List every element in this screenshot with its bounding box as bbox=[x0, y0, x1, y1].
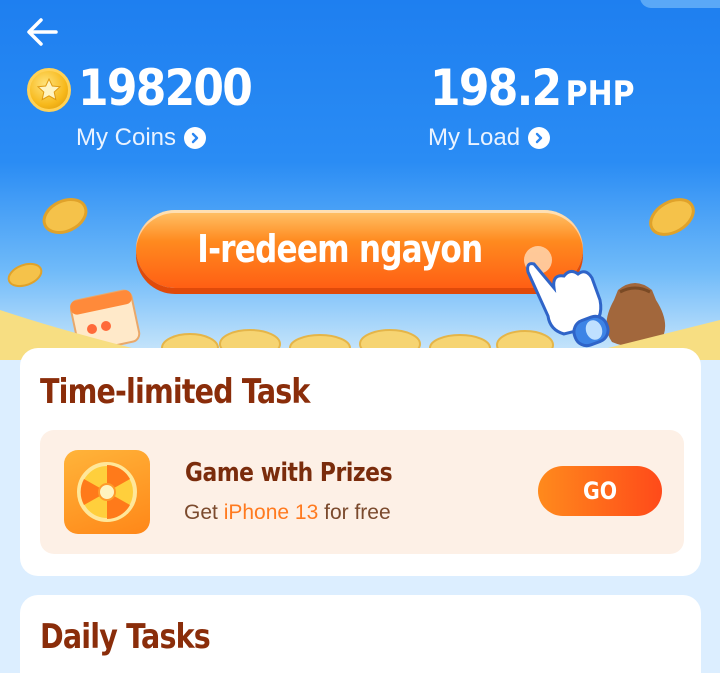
my-coins-link[interactable]: My Coins bbox=[76, 124, 207, 152]
my-load-link[interactable]: My Load bbox=[428, 124, 551, 152]
pointing-hand-icon bbox=[524, 246, 610, 348]
task-subtitle-prefix: Get bbox=[184, 501, 224, 524]
flying-coin-icon bbox=[42, 198, 88, 234]
load-amount: 198.2 bbox=[430, 59, 562, 117]
prize-wheel-icon bbox=[64, 450, 150, 534]
chevron-right-icon bbox=[184, 127, 207, 149]
task-title: Game with Prizes bbox=[185, 458, 393, 488]
load-unit: PHP bbox=[565, 74, 635, 114]
time-limited-task-card: Time-limited Task Game with Prizes Get i… bbox=[20, 348, 701, 576]
task-prize-highlight: iPhone 13 bbox=[223, 501, 319, 524]
flying-coin-icon bbox=[7, 262, 43, 288]
task-subtitle: Get iPhone 13 for free bbox=[184, 501, 391, 525]
back-arrow-icon bbox=[27, 18, 58, 46]
coins-balance: 198200 bbox=[78, 59, 253, 117]
daily-tasks-heading: Daily Tasks bbox=[40, 617, 211, 657]
task-subtitle-suffix: for free bbox=[318, 501, 391, 524]
corner-decoration bbox=[640, 0, 720, 8]
my-coins-label: My Coins bbox=[76, 124, 177, 151]
load-balance: 198.2 PHP bbox=[430, 63, 635, 113]
daily-tasks-card: Daily Tasks bbox=[20, 595, 701, 673]
go-button-label: GO bbox=[582, 477, 618, 505]
redeem-now-label: I-redeem ngayon bbox=[196, 227, 483, 271]
flying-coin-icon bbox=[649, 198, 695, 236]
back-button[interactable] bbox=[22, 14, 62, 50]
go-button[interactable]: GO bbox=[538, 466, 662, 516]
my-load-label: My Load bbox=[428, 124, 521, 151]
header-banner: 198200 My Coins 198.2 PHP My Load I-rede… bbox=[0, 0, 720, 360]
coin-icon bbox=[27, 68, 71, 112]
task-item-game-with-prizes[interactable]: Game with Prizes Get iPhone 13 for free … bbox=[40, 430, 684, 554]
time-limited-task-heading: Time-limited Task bbox=[40, 372, 310, 412]
chevron-right-icon bbox=[528, 127, 551, 149]
